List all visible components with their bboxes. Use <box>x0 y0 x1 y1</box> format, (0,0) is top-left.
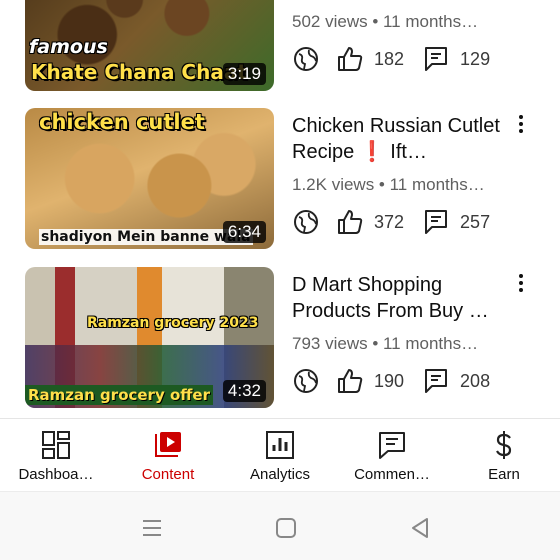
nav-label: Commen… <box>354 466 430 483</box>
nav-item-earn[interactable]: Earn <box>448 419 560 491</box>
duration-badge: 6:34 <box>222 221 266 243</box>
menu-icon[interactable] <box>140 516 164 540</box>
comment-count: 257 <box>460 211 491 232</box>
video-stats: 372 257 <box>292 207 524 237</box>
video-row[interactable]: Ke famous Khate Chana Chaat 3:19 502 vie… <box>0 0 560 92</box>
nav-label: Content <box>141 466 195 483</box>
video-title-suffix: Ift… <box>390 141 427 163</box>
video-meta: 1.2K views • 11 months… <box>292 175 485 194</box>
nav-label: Earn <box>488 466 520 483</box>
nav-item-dashboard[interactable]: Dashboa… <box>0 419 112 491</box>
like-icon <box>338 47 363 71</box>
video-title[interactable]: Chicken Russian Cutlet Recipe ❗ Ift… <box>292 113 502 165</box>
thumbnail-text: chicken cutlet <box>39 110 205 134</box>
video-title[interactable] <box>292 0 502 2</box>
video-meta: 793 views • 11 months… <box>292 334 479 353</box>
thumbnail-text: shadiyon Mein banne wala <box>39 229 253 245</box>
thumbnail-text: Khate Chana Chaat <box>31 60 247 84</box>
video-thumbnail[interactable]: Ke famous Khate Chana Chaat 3:19 <box>25 0 274 91</box>
duration-badge: 3:19 <box>222 63 266 85</box>
comment-icon <box>425 47 448 71</box>
video-list: Ke famous Khate Chana Chaat 3:19 502 vie… <box>0 0 560 418</box>
dashboard-icon <box>42 431 70 459</box>
analytics-icon <box>266 431 294 459</box>
like-count: 182 <box>374 48 405 69</box>
like-count: 190 <box>374 370 405 391</box>
like-count: 372 <box>374 211 405 232</box>
video-stats: 182 129 <box>292 44 524 74</box>
comment-icon <box>425 369 448 393</box>
globe-icon <box>294 47 318 71</box>
comment-count: 129 <box>460 48 491 69</box>
home-icon[interactable] <box>274 516 298 540</box>
video-thumbnail[interactable]: chicken cutlet shadiyon Mein banne wala … <box>25 108 274 249</box>
comment-icon <box>425 210 448 234</box>
nav-item-content[interactable]: Content <box>112 419 224 491</box>
content-icon <box>155 432 181 457</box>
video-row[interactable]: Ramzan grocery 2023 Ramzan grocery offer… <box>0 267 560 409</box>
video-meta: 502 views • 11 months… <box>292 12 479 31</box>
nav-label: Dashboa… <box>18 466 94 483</box>
more-options-icon[interactable] <box>510 112 532 136</box>
thumbnail-text: Ramzan grocery offer <box>25 385 213 405</box>
thumbnail-text: famous <box>29 36 108 58</box>
globe-icon <box>294 369 318 393</box>
video-title[interactable]: D Mart Shopping Products From Buy … <box>292 272 502 324</box>
like-icon <box>338 369 363 393</box>
like-icon <box>338 210 363 234</box>
comment-count: 208 <box>460 370 491 391</box>
system-nav-bar <box>0 491 560 560</box>
video-info: Chicken Russian Cutlet Recipe ❗ Ift… 1.2… <box>292 113 524 237</box>
more-options-icon[interactable] <box>510 271 532 295</box>
video-stats: 190 208 <box>292 366 524 396</box>
nav-item-analytics[interactable]: Analytics <box>224 419 336 491</box>
video-info: 502 views • 11 months… 182 129 <box>292 0 524 74</box>
nav-label: Analytics <box>249 466 311 483</box>
comments-icon <box>379 432 405 459</box>
earn-icon <box>496 431 512 459</box>
video-row[interactable]: chicken cutlet shadiyon Mein banne wala … <box>0 108 560 250</box>
thumbnail-text: Ramzan grocery 2023 <box>87 315 259 331</box>
video-thumbnail[interactable]: Ramzan grocery 2023 Ramzan grocery offer… <box>25 267 274 408</box>
bottom-nav: Dashboa… Content Analytics Commen… Earn <box>0 418 560 491</box>
globe-icon <box>294 210 318 234</box>
nav-item-comments[interactable]: Commen… <box>336 419 448 491</box>
exclamation-icon: ❗ <box>359 141 385 163</box>
video-info: D Mart Shopping Products From Buy … 793 … <box>292 272 524 396</box>
duration-badge: 4:32 <box>222 380 266 402</box>
back-icon[interactable] <box>408 516 432 540</box>
